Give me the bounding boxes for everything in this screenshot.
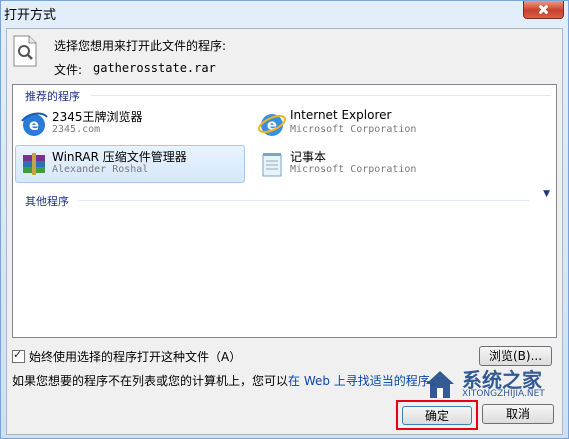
ie-icon: e: [258, 114, 286, 136]
open-with-dialog: 打开方式 选择您想用来打开此文件的程序: 文件: gatherosstate.r…: [0, 0, 569, 439]
always-use-option[interactable]: 始终使用选择的程序打开这种文件（A）: [12, 348, 241, 365]
notepad-icon: [262, 153, 282, 177]
program-item-notepad[interactable]: 记事本 Microsoft Corporation: [253, 145, 483, 183]
program-item-winrar[interactable]: WinRAR 压缩文件管理器 Alexander Roshal: [15, 145, 245, 183]
program-name: Internet Explorer: [290, 108, 392, 122]
watermark-subtext: XITONGZHIJIA.NET: [462, 389, 545, 399]
help-note-text: 如果您想要的程序不在列表或您的计算机上，您可以: [12, 374, 289, 388]
cancel-button[interactable]: 取消: [482, 404, 554, 424]
help-note: 如果您想要的程序不在列表或您的计算机上，您可以在 Web 上寻找适当的程序。: [12, 372, 442, 389]
file-search-icon: [13, 35, 37, 67]
site-watermark: 系统之家 XITONGZHIJIA.NET: [402, 364, 562, 404]
always-use-label: 始终使用选择的程序打开这种文件（A）: [29, 350, 242, 364]
title-bar[interactable]: 打开方式: [1, 1, 568, 27]
program-publisher: 2345.com: [52, 124, 101, 135]
program-name: 2345王牌浏览器: [52, 110, 143, 124]
browse-button[interactable]: 浏览(B)...: [479, 346, 552, 366]
program-publisher: Microsoft Corporation: [290, 124, 417, 135]
program-publisher: Alexander Roshal: [52, 164, 149, 175]
group-header-recommended[interactable]: 推荐的程序: [25, 88, 80, 104]
program-publisher: Microsoft Corporation: [290, 164, 417, 175]
group-header-other[interactable]: 其他程序: [25, 193, 69, 209]
window-title: 打开方式: [4, 8, 57, 23]
group-divider: [91, 95, 551, 96]
winrar-icon: [23, 153, 45, 175]
group-divider: [79, 200, 529, 201]
file-label: 文件:: [54, 63, 83, 77]
file-name: gatherosstate.rar: [93, 61, 216, 75]
program-item-2345[interactable]: e 2345王牌浏览器 2345.com: [15, 105, 245, 143]
ok-button-highlight: 确定: [396, 400, 478, 430]
chevron-down-icon[interactable]: ▼: [543, 189, 550, 199]
svg-text:e: e: [29, 116, 39, 134]
house-logo-icon: [426, 371, 454, 398]
dialog-body: 选择您想用来打开此文件的程序: 文件: gatherosstate.rar 推荐…: [6, 28, 563, 435]
program-list[interactable]: 推荐的程序 e 2345王牌浏览器 2345.com e Internet Ex…: [12, 84, 557, 338]
2345-browser-icon: e: [21, 112, 48, 136]
ok-button[interactable]: 确定: [402, 406, 472, 425]
program-name: WinRAR 压缩文件管理器: [52, 150, 187, 164]
always-use-checkbox[interactable]: [12, 348, 25, 363]
close-button[interactable]: [523, 1, 564, 19]
dialog-prompt: 选择您想用来打开此文件的程序:: [54, 39, 227, 53]
program-item-ie[interactable]: e Internet Explorer Microsoft Corporatio…: [253, 105, 483, 143]
program-name: 记事本: [290, 150, 327, 164]
